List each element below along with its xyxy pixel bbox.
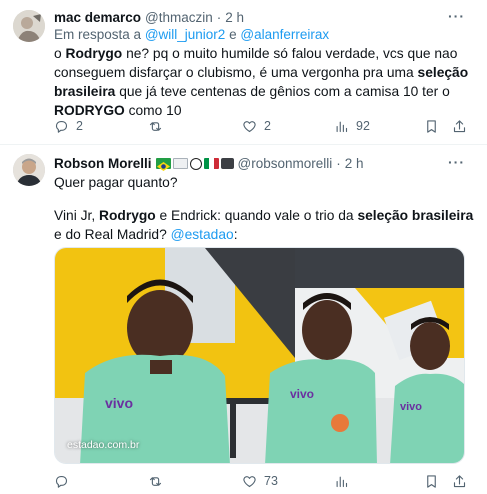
text-span: que já teve centenas de gênios com a cam… (115, 84, 450, 99)
share-icon (453, 474, 466, 487)
brazil-flag-icon (155, 158, 171, 171)
svg-text:vivo: vivo (400, 401, 422, 413)
like-button[interactable]: 73 (242, 472, 278, 491)
timestamp[interactable]: 2 h (345, 154, 364, 173)
reply-count: 2 (76, 118, 83, 133)
handle[interactable]: @robsonmorelli (238, 154, 333, 173)
tweet-image[interactable]: vivo vivo vivo estadao.com.br (54, 247, 465, 464)
reply-prefix: Em resposta a (54, 27, 142, 42)
reply-and: e (229, 27, 237, 42)
action-bar: 2 2 92 (54, 116, 466, 136)
like-count: 73 (264, 473, 278, 488)
reply-user-link[interactable]: @alanferreirax (240, 27, 329, 42)
heart-icon (243, 475, 256, 487)
views-count: 92 (356, 118, 370, 133)
text-span: e Endrick: quando vale o trio da (155, 208, 358, 223)
share-button[interactable] (452, 474, 474, 489)
movie-camera-icon (220, 158, 234, 169)
image-watermark: estadao.com.br (67, 439, 140, 451)
action-bar: 73 (54, 471, 466, 491)
reply-icon (55, 475, 68, 488)
name-emojis (155, 157, 234, 171)
heart-icon (243, 120, 256, 132)
more-icon[interactable]: ··· (448, 7, 465, 26)
reply-user-link[interactable]: @will_junior2 (145, 27, 226, 42)
text-bold: seleção brasileira (357, 208, 474, 223)
separator-dot: · (336, 156, 341, 171)
retweet-icon (149, 121, 162, 131)
soccer-ball-icon (189, 157, 202, 170)
retweet-button[interactable] (148, 119, 170, 134)
display-name[interactable]: Robson Morelli (54, 154, 152, 173)
bookmark-button[interactable] (424, 119, 446, 134)
retweet-button[interactable] (148, 474, 170, 489)
avatar[interactable] (13, 154, 45, 186)
text-span: o (54, 46, 66, 61)
reply-icon (55, 120, 68, 133)
views-icon (336, 476, 348, 487)
tweet-text: o Rodrygo ne? pq o muito humilde só falo… (54, 44, 474, 120)
bookmark-button[interactable] (424, 474, 446, 489)
more-icon[interactable]: ··· (448, 153, 465, 172)
text-span: Vini Jr, (54, 208, 99, 223)
italy-flag-icon (203, 158, 219, 169)
tweet-header: Robson Morelli @robsonmorelli · 2 h (54, 154, 364, 173)
retweet-icon (149, 476, 162, 486)
newspaper-icon (172, 158, 188, 169)
bookmark-icon (427, 474, 436, 488)
views-button[interactable] (334, 474, 356, 489)
reply-context: Em resposta a @will_junior2 e @alanferre… (54, 25, 329, 44)
share-icon (453, 119, 466, 132)
reply-button[interactable] (54, 474, 76, 489)
players-photo: vivo vivo vivo (55, 248, 464, 463)
reply-button[interactable]: 2 (54, 117, 83, 136)
svg-text:vivo: vivo (105, 395, 133, 411)
tweet-robson-morelli[interactable]: Robson Morelli @robsonmorelli · 2 h ··· … (0, 146, 487, 494)
bookmark-icon (427, 119, 436, 133)
text-span: : (233, 227, 238, 242)
views-icon (336, 121, 348, 132)
like-count: 2 (264, 118, 271, 133)
mention-link[interactable]: @estadao (171, 227, 234, 242)
svg-text:vivo: vivo (290, 387, 314, 401)
text-bold: Rodrygo (99, 208, 156, 223)
avatar[interactable] (13, 10, 45, 42)
like-button[interactable]: 2 (242, 117, 271, 136)
text-span: e do Real Madrid? (54, 227, 171, 242)
text-bold: Rodrygo (65, 46, 123, 61)
share-button[interactable] (452, 119, 474, 134)
tweet-mac-demarco[interactable]: mac demarco @thmaczin · 2 h ··· Em respo… (0, 0, 487, 145)
tweet-text: Vini Jr, Rodrygo e Endrick: quando vale … (54, 206, 474, 244)
tweet-text-line1: Quer pagar quanto? (54, 175, 178, 190)
views-button[interactable]: 92 (334, 117, 370, 136)
